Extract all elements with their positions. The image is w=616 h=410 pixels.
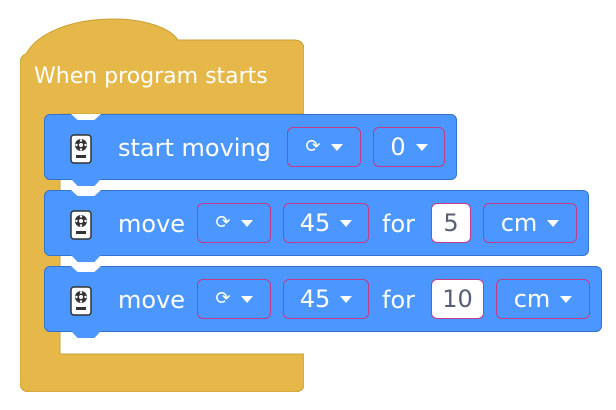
direction-dropdown[interactable]: ⟳ <box>197 203 271 243</box>
distance-value: 10 <box>442 285 473 313</box>
distance-input[interactable]: 5 <box>431 203 471 243</box>
angle-dropdown[interactable]: 45 <box>283 203 369 243</box>
angle-dropdown[interactable]: 45 <box>283 279 369 319</box>
block-label: start moving <box>118 134 271 162</box>
block-label: move <box>118 286 186 314</box>
remote-control-icon <box>70 210 92 240</box>
distance-value: 5 <box>443 209 459 237</box>
remote-control-icon <box>70 134 92 164</box>
speed-dropdown[interactable]: 0 <box>373 127 445 167</box>
move-block[interactable]: move ⟳ 45 for 10 cm <box>44 266 602 338</box>
chevron-down-icon <box>415 143 428 151</box>
unit-value: cm <box>500 209 538 237</box>
angle-value: 45 <box>299 285 331 313</box>
unit-value: cm <box>513 285 551 313</box>
start-moving-block[interactable]: start moving ⟳ 0 <box>44 114 457 186</box>
direction-dropdown[interactable]: ⟳ <box>287 127 361 167</box>
speed-value: 0 <box>390 133 406 161</box>
chevron-down-icon <box>547 219 560 227</box>
rotate-icon: ⟳ <box>215 212 231 233</box>
chevron-down-icon <box>340 219 353 227</box>
unit-dropdown[interactable]: cm <box>483 203 577 243</box>
block-label: move <box>118 210 186 238</box>
for-label: for <box>382 286 415 314</box>
unit-dropdown[interactable]: cm <box>496 279 590 319</box>
chevron-down-icon <box>560 295 573 303</box>
rotate-icon: ⟳ <box>305 136 321 157</box>
chevron-down-icon <box>240 219 253 227</box>
remote-control-icon <box>70 286 92 316</box>
chevron-down-icon <box>240 295 253 303</box>
chevron-down-icon <box>330 143 343 151</box>
rotate-icon: ⟳ <box>215 288 231 309</box>
angle-value: 45 <box>299 209 331 237</box>
hat-block-label: When program starts <box>34 64 268 89</box>
move-block[interactable]: move ⟳ 45 for 5 cm <box>44 190 589 262</box>
for-label: for <box>382 210 415 238</box>
chevron-down-icon <box>340 295 353 303</box>
distance-input[interactable]: 10 <box>431 279 484 319</box>
direction-dropdown[interactable]: ⟳ <box>197 279 271 319</box>
